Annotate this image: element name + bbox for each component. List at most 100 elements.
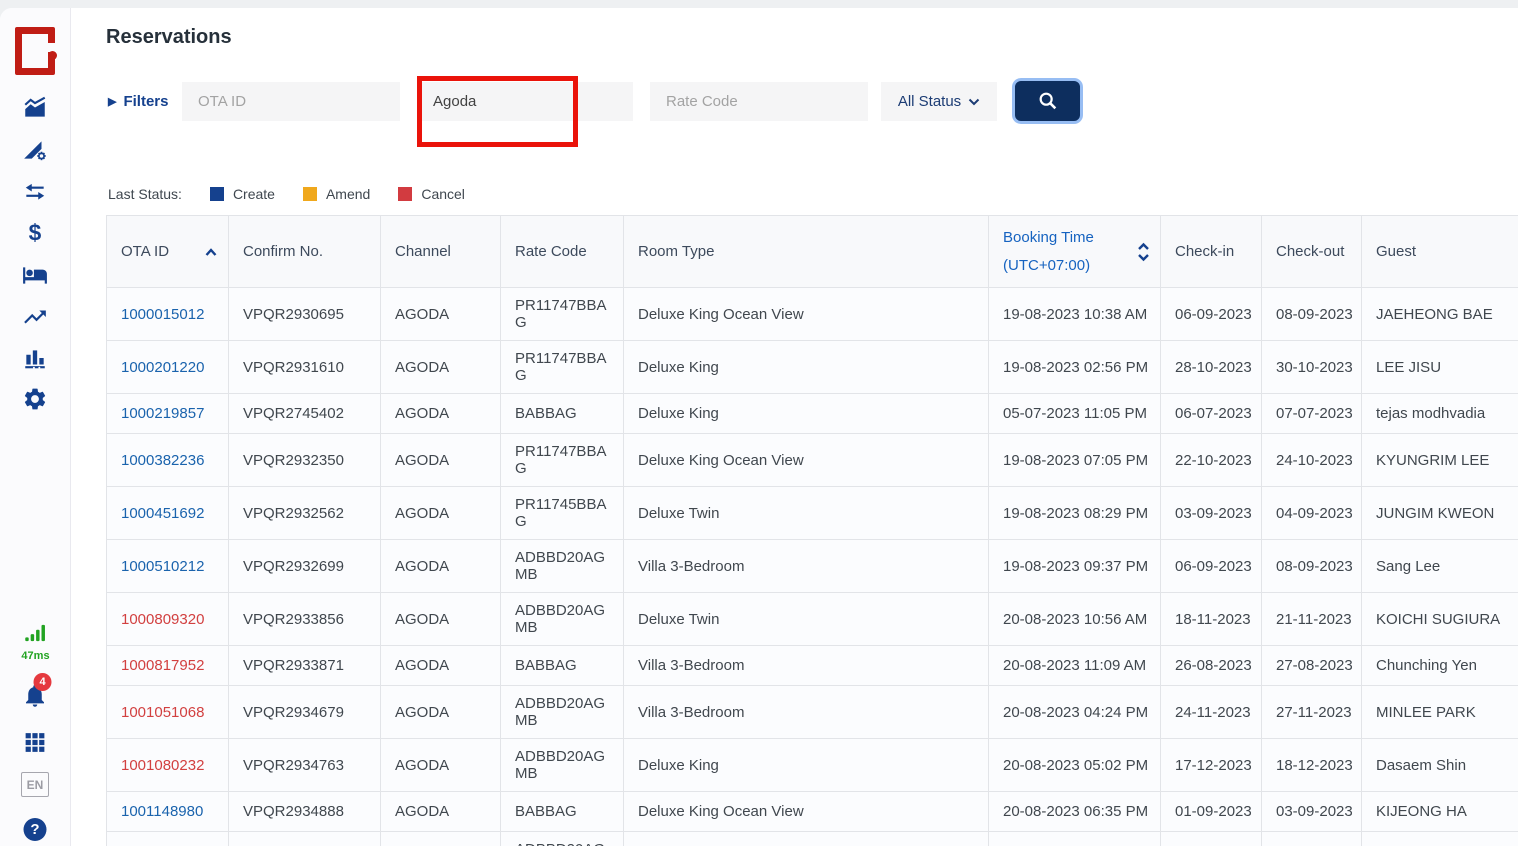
notification-badge: 4	[34, 673, 52, 691]
apps-menu-button[interactable]	[23, 730, 48, 760]
table-row: 1000201220VPQR2931610AGODAPR11747BBAGDel…	[107, 341, 1518, 394]
cell-ota-id[interactable]: 1000219857	[107, 394, 229, 434]
ota-id-input[interactable]	[182, 82, 400, 121]
header-room-type[interactable]: Room Type	[624, 216, 989, 288]
cell-ota-id[interactable]: 1000201220	[107, 341, 229, 394]
cell-confirm-no: VPQR2933871	[229, 646, 381, 686]
cell-channel: AGODA	[381, 686, 501, 739]
cell-ota-id[interactable]: 1000817952	[107, 646, 229, 686]
filters-toggle[interactable]: ▶Filters	[108, 82, 168, 121]
cell-check-out: 08-09-2023	[1262, 288, 1362, 341]
cell-ota-id[interactable]: 1001152380	[107, 832, 229, 846]
cell-rate-code: ADBBD20AGMB	[501, 739, 624, 792]
channel-input[interactable]	[417, 82, 633, 121]
header-guest[interactable]: Guest	[1362, 216, 1518, 288]
logo-dot	[48, 51, 57, 60]
cell-guest: MINLEE PARK	[1362, 686, 1518, 739]
header-channel[interactable]: Channel	[381, 216, 501, 288]
sidebar-item-rooms[interactable]	[22, 262, 48, 293]
cell-confirm-no: VPQR2932562	[229, 487, 381, 540]
cell-ota-id[interactable]: 1000451692	[107, 487, 229, 540]
cell-check-in: 03-09-2023	[1161, 487, 1262, 540]
header-booking-time-line2: (UTC+07:00)	[1003, 257, 1090, 274]
sidebar-item-settings[interactable]	[22, 386, 48, 417]
cell-check-out: 24-10-2023	[1262, 434, 1362, 487]
language-switcher[interactable]: EN	[21, 772, 49, 797]
cell-booking-time: 19-08-2023 02:56 PM	[989, 341, 1161, 394]
dollar-icon: $	[22, 220, 48, 246]
cell-confirm-no: VPQR2933856	[229, 593, 381, 646]
sidebar: $	[0, 8, 71, 846]
header-confirm-no[interactable]: Confirm No.	[229, 216, 381, 288]
cell-check-out: 27-11-2023	[1262, 686, 1362, 739]
cell-ota-id[interactable]: 1000510212	[107, 540, 229, 593]
data-setting-icon	[22, 137, 48, 163]
header-ota-id[interactable]: OTA ID	[107, 216, 229, 288]
cell-booking-time: 20-08-2023 06:35 PM	[989, 792, 1161, 832]
cell-check-out: 21-11-2023	[1262, 593, 1362, 646]
cell-room-type: Villa 3-Bedroom	[624, 646, 989, 686]
cell-guest: JUNGIM KWEON	[1362, 487, 1518, 540]
legend-amend-label: Amend	[326, 186, 370, 202]
status-dropdown[interactable]: All Status	[881, 82, 997, 121]
cell-check-in: 17-12-2023	[1161, 739, 1262, 792]
cell-check-out: 07-07-2023	[1262, 394, 1362, 434]
header-check-in[interactable]: Check-in	[1161, 216, 1262, 288]
rate-code-input[interactable]	[650, 82, 868, 121]
app-window: $	[0, 8, 1518, 846]
header-rate-code[interactable]: Rate Code	[501, 216, 624, 288]
chevron-down-icon	[968, 98, 980, 106]
cell-booking-time: 20-08-2023 06:38 PM	[989, 832, 1161, 846]
table-row: 1000382236VPQR2932350AGODAPR11747BBAGDel…	[107, 434, 1518, 487]
legend-cancel-label: Cancel	[421, 186, 465, 202]
cell-channel: AGODA	[381, 739, 501, 792]
header-booking-time[interactable]: Booking Time (UTC+07:00)	[989, 216, 1161, 288]
cell-check-out: 18-12-2023	[1262, 739, 1362, 792]
cell-channel: AGODA	[381, 792, 501, 832]
cell-guest: LEE JISU	[1362, 341, 1518, 394]
cell-ota-id[interactable]: 1001080232	[107, 739, 229, 792]
table-row: 1001080232VPQR2934763AGODAADBBD20AGMBDel…	[107, 739, 1518, 792]
sidebar-item-transactions[interactable]	[22, 179, 48, 210]
app-logo[interactable]	[15, 27, 55, 75]
reservations-table-container: OTA ID Confirm No. Channel Rate Code Roo…	[106, 215, 1518, 846]
cell-ota-id[interactable]: 1000382236	[107, 434, 229, 487]
sort-both-icon	[1137, 242, 1150, 262]
sidebar-item-billing[interactable]: $	[22, 220, 48, 251]
search-button[interactable]	[1012, 78, 1083, 124]
filters-label-text: Filters	[123, 93, 168, 110]
notifications-button[interactable]: 4	[22, 682, 49, 714]
cell-check-out: 04-09-2023	[1262, 487, 1362, 540]
sidebar-item-data-settings[interactable]	[22, 137, 48, 168]
table-row: 1000219857VPQR2745402AGODABABBAGDeluxe K…	[107, 394, 1518, 434]
cell-ota-id[interactable]: 1000809320	[107, 593, 229, 646]
sidebar-item-trends[interactable]	[22, 304, 48, 335]
sort-asc-icon	[204, 247, 218, 257]
cell-channel: AGODA	[381, 434, 501, 487]
table-row: 1000510212VPQR2932699AGODAADBBD20AGMBVil…	[107, 540, 1518, 593]
cell-rate-code: BABBAG	[501, 792, 624, 832]
sidebar-item-dashboard[interactable]	[22, 95, 48, 126]
swap-arrows-icon	[22, 179, 48, 205]
sidebar-item-reports[interactable]	[22, 345, 48, 376]
cell-ota-id[interactable]: 1001148980	[107, 792, 229, 832]
cell-guest: Chunching Yen	[1362, 646, 1518, 686]
cell-rate-code: ADBBD20AGMB	[501, 540, 624, 593]
header-check-out[interactable]: Check-out	[1262, 216, 1362, 288]
help-button[interactable]: ?	[24, 818, 47, 841]
cell-check-in: 06-07-2023	[1161, 394, 1262, 434]
table-row: 1000451692VPQR2932562AGODAPR11745BBAGDel…	[107, 487, 1518, 540]
cell-ota-id[interactable]: 1000015012	[107, 288, 229, 341]
cell-check-out: 03-09-2023	[1262, 792, 1362, 832]
legend-cancel-swatch	[398, 187, 412, 201]
trending-up-icon	[22, 304, 48, 330]
cell-guest: KOICHI SUGIURA	[1362, 593, 1518, 646]
cell-booking-time: 20-08-2023 10:56 AM	[989, 593, 1161, 646]
cell-channel: AGODA	[381, 593, 501, 646]
cell-room-type: Deluxe King	[624, 739, 989, 792]
cell-check-in: 28-10-2023	[1161, 341, 1262, 394]
table-row: 1001148980VPQR2934888AGODABABBAGDeluxe K…	[107, 792, 1518, 832]
cell-rate-code: ADBBD20AGMB	[501, 832, 624, 846]
cell-guest: JAEHEONG BAE	[1362, 288, 1518, 341]
cell-ota-id[interactable]: 1001051068	[107, 686, 229, 739]
